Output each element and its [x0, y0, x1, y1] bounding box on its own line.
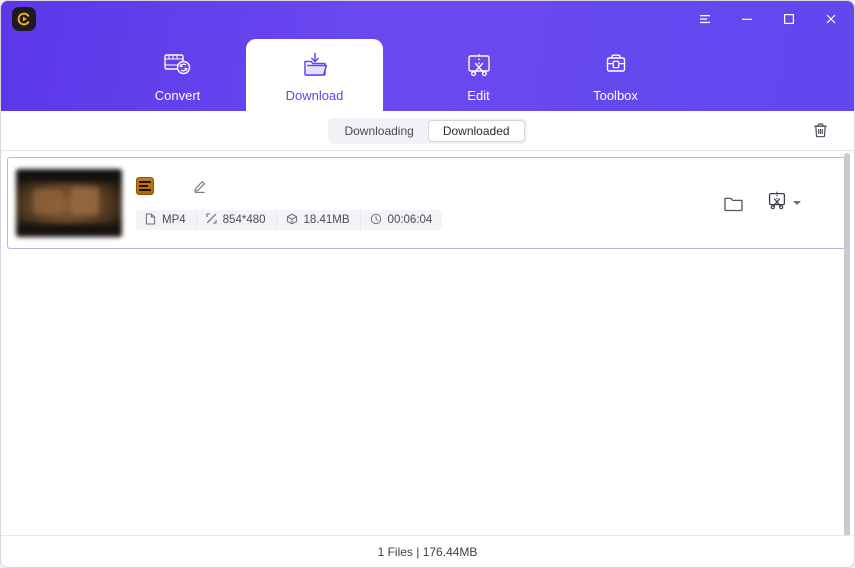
meta-format: MP4 [136, 210, 196, 230]
open-folder-button[interactable] [722, 192, 744, 214]
main-tabs: Convert Download Edit Toolbox [1, 39, 854, 111]
menu-button[interactable] [692, 6, 718, 32]
list-item[interactable]: MP4 854*480 18.41MB 00:06:04 [7, 157, 846, 249]
meta-duration: 00:06:04 [359, 210, 443, 230]
segment-downloaded[interactable]: Downloaded [427, 119, 525, 142]
sub-toolbar: Downloading Downloaded [1, 111, 854, 151]
chevron-down-icon [793, 201, 801, 205]
clock-icon [370, 213, 382, 228]
list-item-main: MP4 854*480 18.41MB 00:06:04 [122, 176, 722, 230]
edit-video-button[interactable] [766, 190, 801, 216]
meta-resolution: 854*480 [195, 210, 276, 230]
maximize-button[interactable] [776, 6, 802, 32]
window-controls [692, 6, 844, 32]
status-bar-text: 1 Files | 176.44MB [377, 544, 478, 559]
tab-edit-label: Edit [467, 87, 490, 103]
list-scrollbar-track[interactable] [844, 151, 852, 535]
meta-filesize: 18.41MB [275, 210, 360, 230]
site-favicon-icon [136, 177, 154, 195]
close-button[interactable] [818, 6, 844, 32]
title-bar: Convert Download Edit Toolbox [1, 1, 854, 111]
screen-scissors-icon [464, 48, 494, 82]
tab-toolbox[interactable]: Toolbox [547, 39, 684, 111]
meta-format-value: MP4 [162, 214, 186, 226]
meta-filesize-value: 18.41MB [303, 214, 350, 226]
segment-downloading-label: Downloading [344, 123, 414, 138]
tab-download-label: Download [285, 87, 344, 103]
trash-icon[interactable] [808, 119, 832, 143]
list-item-meta: MP4 854*480 18.41MB 00:06:04 [136, 210, 722, 230]
app-logo-c-play-icon [12, 7, 36, 31]
tab-download[interactable]: Download [246, 39, 383, 111]
minimize-button[interactable] [734, 6, 760, 32]
tab-toolbox-label: Toolbox [593, 87, 638, 103]
segment-downloading[interactable]: Downloading [330, 120, 427, 142]
file-icon [145, 213, 156, 228]
tab-convert-label: Convert [154, 87, 201, 103]
toolbox-icon [601, 48, 631, 82]
meta-resolution-value: 854*480 [222, 214, 266, 226]
screen-scissors-icon [766, 190, 788, 216]
video-thumbnail [16, 169, 122, 237]
filesize-icon [286, 213, 298, 228]
application-window: Convert Download Edit Toolbox Downloadin… [0, 0, 855, 568]
list-scrollbar-thumb[interactable] [844, 153, 850, 535]
list-item-actions [722, 190, 835, 216]
status-bar: 1 Files | 176.44MB [1, 535, 854, 567]
meta-duration-value: 00:06:04 [387, 214, 433, 226]
film-convert-icon [163, 48, 193, 82]
folder-download-icon [300, 48, 330, 82]
resolution-icon [206, 213, 217, 227]
tab-convert[interactable]: Convert [109, 39, 246, 111]
pencil-icon[interactable] [190, 177, 208, 195]
download-state-segmented-control: Downloading Downloaded [328, 117, 527, 144]
segment-downloaded-label: Downloaded [442, 123, 510, 138]
list-item-title-line [136, 176, 722, 196]
download-list: MP4 854*480 18.41MB 00:06:04 [1, 151, 854, 535]
tab-edit[interactable]: Edit [410, 39, 547, 111]
